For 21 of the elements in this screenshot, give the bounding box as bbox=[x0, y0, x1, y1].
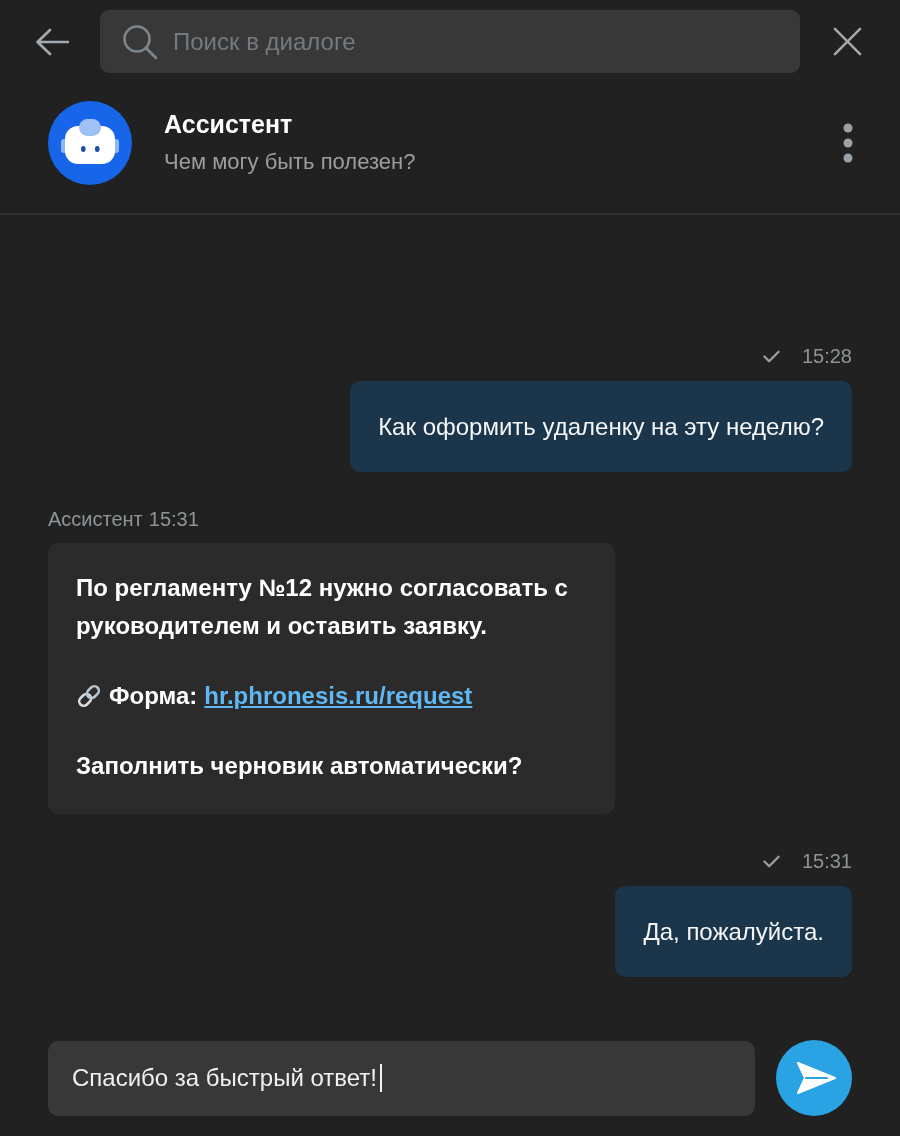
message-time: 15:28 bbox=[801, 344, 852, 369]
contact-name: Ассистент bbox=[164, 109, 293, 140]
sender-name: Ассистент bbox=[48, 507, 143, 532]
message-time: 15:31 bbox=[148, 507, 199, 532]
message-time: 15:31 bbox=[801, 849, 852, 874]
contact-status: Чем могу быть полезен? bbox=[164, 148, 416, 176]
robot-avatar-icon bbox=[48, 101, 132, 185]
message-input[interactable]: Спасибо за быстрый ответ! bbox=[48, 1040, 755, 1116]
request-link[interactable]: hr.phronesis.ru/request bbox=[204, 677, 473, 715]
send-icon bbox=[796, 1061, 836, 1095]
close-icon[interactable] bbox=[833, 27, 862, 56]
link-label: Форма: bbox=[109, 681, 198, 711]
chain-link-icon bbox=[76, 683, 102, 709]
message-bubble: Как оформить удаленку на эту неделю? bbox=[350, 381, 852, 472]
search-field[interactable]: Поиск в диалоге bbox=[100, 10, 800, 73]
message-bubble: Да, пожалуйста. bbox=[615, 886, 852, 977]
message-text: По регламенту №12 нужно согласовать с руководителем и оставить заявку. bbox=[76, 573, 569, 641]
kebab-menu-icon[interactable] bbox=[843, 123, 853, 163]
search-icon bbox=[122, 24, 158, 60]
message-text: Заполнить черновик автоматически? bbox=[76, 751, 524, 781]
back-arrow-icon[interactable] bbox=[35, 27, 69, 56]
